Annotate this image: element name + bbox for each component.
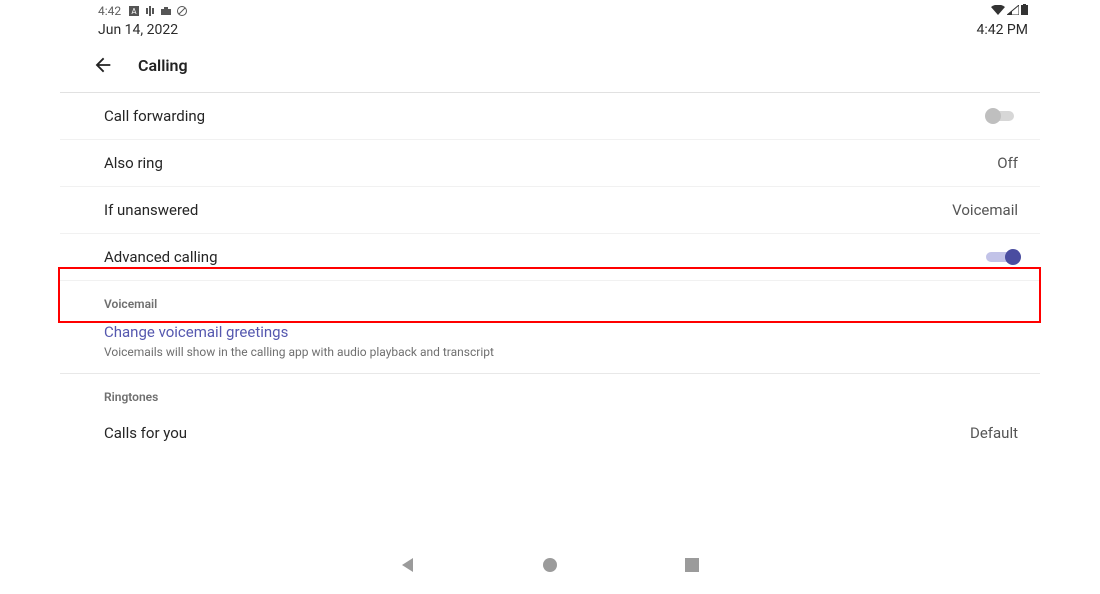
row-calls-for-you[interactable]: Calls for you Default — [60, 410, 1040, 456]
mic-icon — [145, 6, 155, 16]
cell-signal-icon — [1007, 5, 1019, 15]
toggle-advanced-calling[interactable] — [986, 250, 1018, 264]
clock-label: 4:42 PM — [976, 22, 1028, 38]
toggle-call-forwarding[interactable] — [986, 109, 1018, 123]
device-screen: 4:42 A Jun 14, 2022 4:42 PM Calling Call… — [0, 0, 1100, 594]
wifi-icon — [991, 5, 1005, 15]
nav-back-button[interactable] — [397, 554, 419, 576]
row-advanced-calling[interactable]: Advanced calling — [60, 234, 1040, 281]
arrow-left-icon — [92, 54, 114, 76]
row-value: Off — [997, 154, 1018, 172]
row-label: Advanced calling — [104, 248, 218, 266]
toggle-thumb — [1005, 249, 1021, 265]
settings-list: Call forwarding Also ring Off If unanswe… — [0, 93, 1100, 456]
row-also-ring[interactable]: Also ring Off — [60, 140, 1040, 187]
row-label: Calls for you — [104, 424, 187, 442]
svg-text:A: A — [132, 7, 138, 16]
nav-recents-button[interactable] — [681, 554, 703, 576]
link-change-voicemail-greetings[interactable]: Change voicemail greetings — [60, 317, 1040, 341]
page-title: Calling — [138, 56, 188, 75]
row-call-forwarding[interactable]: Call forwarding — [60, 93, 1040, 140]
row-label: Call forwarding — [104, 107, 205, 125]
row-label: Also ring — [104, 154, 163, 172]
voicemail-subtext: Voicemails will show in the calling app … — [60, 341, 1040, 374]
row-if-unanswered[interactable]: If unanswered Voicemail — [60, 187, 1040, 234]
date-row: Jun 14, 2022 4:42 PM — [0, 18, 1100, 46]
section-ringtones: Ringtones — [60, 374, 1040, 410]
briefcase-icon — [161, 6, 171, 16]
row-value: Voicemail — [952, 201, 1018, 219]
row-value: Default — [970, 424, 1018, 442]
battery-icon — [1021, 4, 1028, 15]
dnd-icon — [177, 6, 187, 16]
back-button[interactable] — [90, 52, 116, 78]
section-voicemail: Voicemail — [60, 281, 1040, 317]
status-bar: 4:42 A — [0, 0, 1100, 18]
app-icon: A — [129, 6, 139, 16]
toggle-thumb — [985, 108, 1001, 124]
square-recents-icon — [684, 557, 700, 573]
nav-home-button[interactable] — [539, 554, 561, 576]
circle-home-icon — [541, 556, 559, 574]
android-nav-bar — [0, 554, 1100, 576]
row-label: If unanswered — [104, 201, 198, 219]
status-icons-right — [991, 4, 1028, 15]
triangle-back-icon — [399, 556, 417, 574]
app-header: Calling — [0, 46, 1100, 92]
status-icons-left: A — [129, 6, 187, 16]
status-time: 4:42 — [98, 4, 121, 18]
date-label: Jun 14, 2022 — [98, 22, 178, 38]
